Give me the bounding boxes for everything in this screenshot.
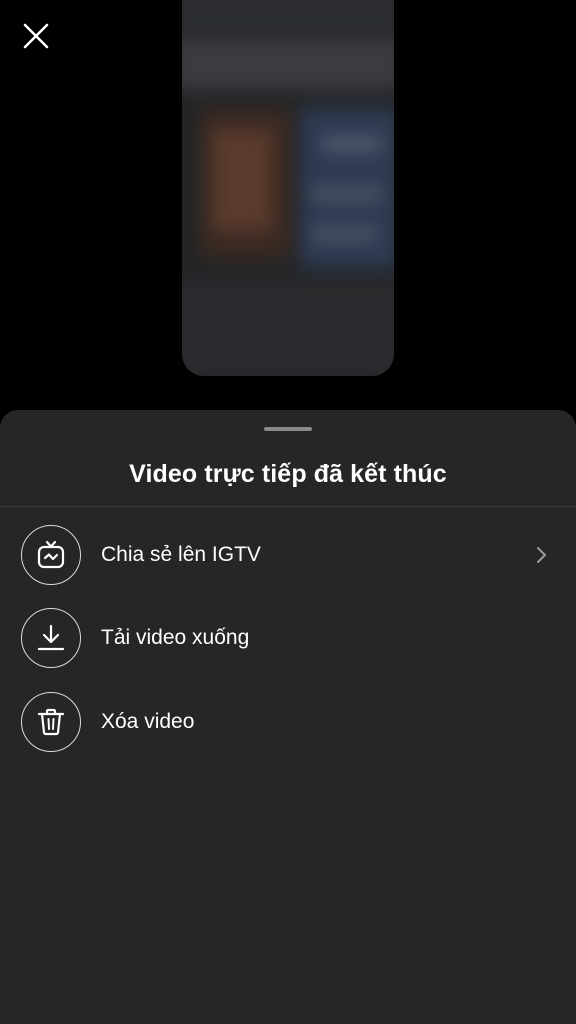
chevron-right-icon [537,547,546,563]
share-to-igtv-item[interactable]: Chia sẻ lên IGTV [0,517,576,597]
live-ended-screen: Video trực tiếp đã kết thúc Chia sẻ lên … [0,0,576,1024]
close-icon [23,23,49,49]
sheet-title: Video trực tiếp đã kết thúc [129,460,447,488]
trash-icon-circle [21,692,81,752]
delete-video-label: Xóa video [101,710,195,733]
download-video-label: Tải video xuống [101,626,250,649]
video-preview-thumbnail [182,0,394,376]
close-button[interactable] [18,18,54,54]
delete-video-item[interactable]: Xóa video [0,684,576,764]
igtv-icon-circle [21,525,81,585]
download-icon [37,624,65,651]
trash-icon [37,708,65,736]
divider [0,506,576,507]
share-to-igtv-label: Chia sẻ lên IGTV [101,543,261,566]
download-video-item[interactable]: Tải video xuống [0,600,576,680]
bottom-sheet: Video trực tiếp đã kết thúc Chia sẻ lên … [0,410,576,1024]
igtv-icon [37,540,65,569]
sheet-drag-handle[interactable] [264,427,312,431]
download-icon-circle [21,608,81,668]
